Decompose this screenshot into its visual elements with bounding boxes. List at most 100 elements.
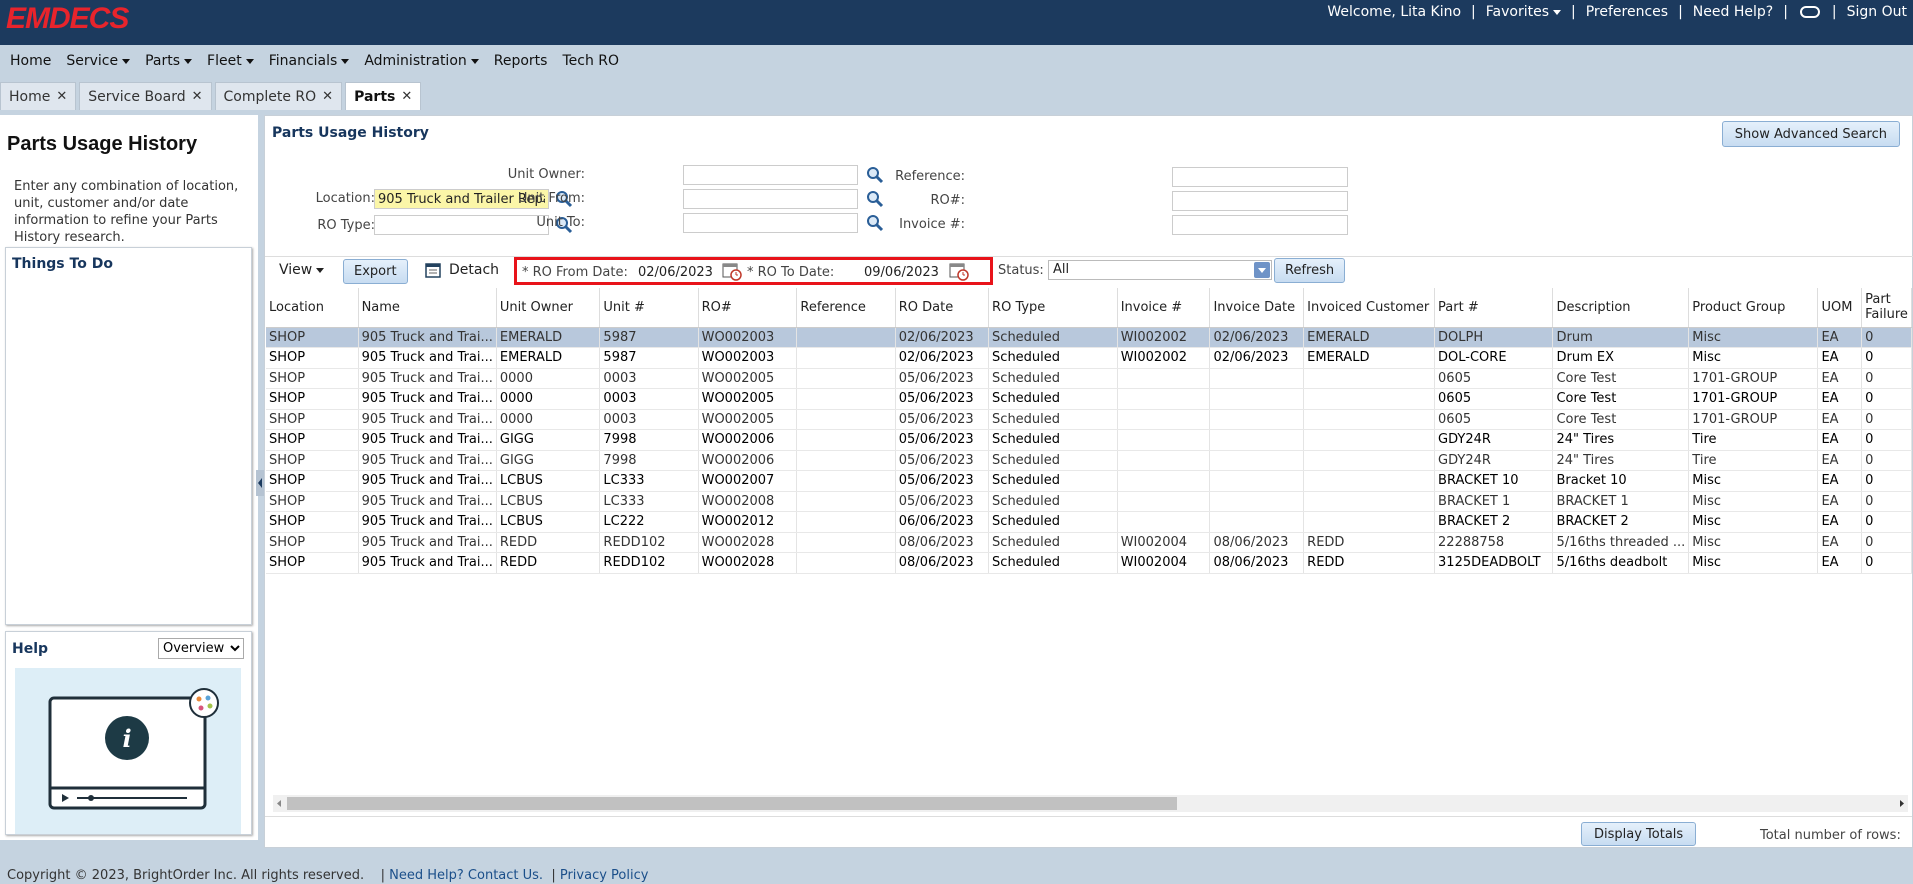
- table-row[interactable]: SHOP 905 Truck and Trai... 0000 0003 WO00200…: [266, 409, 1912, 430]
- scrollbar-thumb[interactable]: [287, 797, 1177, 810]
- ro-number-link[interactable]: WO002008: [698, 491, 798, 512]
- ro-number-link[interactable]: WO002005: [698, 388, 798, 410]
- welcome-text: Welcome, Lita Kino: [1327, 4, 1462, 20]
- table-cell: SHOP: [266, 429, 359, 451]
- refresh-button[interactable]: Refresh: [1274, 258, 1346, 283]
- privacy-policy-link[interactable]: Privacy Policy: [560, 868, 649, 883]
- tab-parts[interactable]: Parts ✕: [345, 82, 422, 110]
- menu-fleet[interactable]: Fleet: [207, 53, 254, 69]
- table-cell: Scheduled: [988, 347, 1118, 369]
- column-header[interactable]: Description: [1552, 288, 1690, 328]
- table-row[interactable]: SHOP 905 Truck and Trai... 0000 0003 WO00200…: [266, 368, 1912, 389]
- table-row[interactable]: SHOP 905 Truck and Trai... REDD REDD102 WO00…: [266, 532, 1912, 553]
- menu-tech-ro[interactable]: Tech RO: [562, 53, 619, 69]
- column-header[interactable]: Product Group: [1688, 288, 1819, 328]
- table-cell: REDD102: [599, 552, 699, 574]
- chat-icon[interactable]: [1799, 6, 1820, 18]
- close-icon[interactable]: ✕: [56, 89, 67, 104]
- collapse-panel-handle[interactable]: [256, 470, 264, 496]
- ro-number-field[interactable]: [1172, 191, 1348, 211]
- table-row[interactable]: SHOP 905 Truck and Trai... EMERALD 5987 WO00…: [266, 347, 1912, 369]
- table-cell: 0000: [496, 368, 601, 389]
- table-cell: 0: [1861, 470, 1912, 492]
- table-row[interactable]: SHOP 905 Truck and Trai... LCBUS LC333 WO002…: [266, 491, 1912, 512]
- ro-number-link[interactable]: WO002003: [698, 347, 798, 369]
- column-header[interactable]: Invoice #: [1117, 288, 1211, 328]
- column-header[interactable]: Unit Owner: [496, 288, 601, 328]
- ro-number-link[interactable]: WO002003: [698, 327, 798, 348]
- table-cell: 5/16ths deadbolt: [1552, 552, 1690, 574]
- calendar-icon[interactable]: [722, 262, 742, 281]
- unit-owner-field[interactable]: [683, 165, 858, 185]
- sign-out-link[interactable]: Sign Out: [1847, 4, 1907, 20]
- ro-number-link[interactable]: WO002005: [698, 368, 798, 389]
- reference-field[interactable]: [1172, 167, 1348, 187]
- favorites-menu[interactable]: Favorites: [1486, 4, 1562, 20]
- unit-to-label: Unit To:: [536, 215, 585, 230]
- menu-parts[interactable]: Parts: [145, 53, 193, 69]
- table-cell: 0: [1861, 409, 1912, 430]
- menu-financials[interactable]: Financials: [269, 53, 350, 69]
- ro-number-link[interactable]: WO002005: [698, 409, 798, 430]
- ro-number-link[interactable]: WO002028: [698, 552, 798, 574]
- ro-number-link[interactable]: WO002012: [698, 511, 798, 533]
- horizontal-scrollbar[interactable]: [273, 795, 1908, 812]
- column-header[interactable]: Name: [358, 288, 497, 328]
- ro-number-link[interactable]: WO002028: [698, 532, 798, 553]
- scroll-right-icon[interactable]: [1897, 795, 1907, 812]
- tab-service-board[interactable]: Service Board ✕: [79, 82, 212, 110]
- column-header[interactable]: Invoice Date: [1209, 288, 1305, 328]
- close-icon[interactable]: ✕: [401, 89, 412, 104]
- table-row[interactable]: SHOP 905 Truck and Trai... LCBUS LC222 WO002…: [266, 511, 1912, 533]
- table-cell: EA: [1817, 532, 1863, 553]
- ro-from-date-field[interactable]: 02/06/2023: [638, 265, 713, 280]
- ro-number-link[interactable]: WO002007: [698, 470, 798, 492]
- menu-service[interactable]: Service: [66, 53, 131, 69]
- export-button[interactable]: Export: [343, 259, 408, 284]
- ro-to-date-field[interactable]: 09/06/2023: [864, 265, 939, 280]
- tab-bar: Home ✕ Service Board ✕ Complete RO ✕ Parts ✕: [0, 82, 422, 110]
- column-header[interactable]: UOM: [1817, 288, 1863, 328]
- column-header[interactable]: Part Failure: [1861, 288, 1912, 328]
- column-header[interactable]: RO Date: [895, 288, 990, 328]
- table-cell: [796, 347, 896, 369]
- invoice-number-field[interactable]: [1172, 215, 1348, 235]
- table-cell: 24" Tires: [1552, 429, 1690, 451]
- ro-number-link[interactable]: WO002006: [698, 429, 798, 451]
- menu-administration[interactable]: Administration: [364, 53, 479, 69]
- menu-reports[interactable]: Reports: [494, 53, 548, 69]
- calendar-icon[interactable]: [949, 262, 969, 281]
- close-icon[interactable]: ✕: [192, 89, 203, 104]
- column-header[interactable]: RO#: [698, 288, 798, 328]
- table-row[interactable]: SHOP 905 Truck and Trai... GIGG 7998 WO00200…: [266, 450, 1912, 471]
- column-header[interactable]: Invoiced Customer: [1303, 288, 1436, 328]
- table-row[interactable]: SHOP 905 Truck and Trai... LCBUS LC333 WO002…: [266, 470, 1912, 492]
- detach-button[interactable]: Detach: [425, 261, 499, 279]
- table-row[interactable]: SHOP 905 Truck and Trai... EMERALD 5987 WO00…: [266, 327, 1912, 348]
- column-header[interactable]: RO Type: [988, 288, 1118, 328]
- tab-home[interactable]: Home ✕: [0, 82, 77, 110]
- tab-complete-ro[interactable]: Complete RO ✕: [214, 82, 343, 110]
- table-row[interactable]: SHOP 905 Truck and Trai... 0000 0003 WO00200…: [266, 388, 1912, 410]
- table-row[interactable]: SHOP 905 Truck and Trai... REDD REDD102 WO00…: [266, 552, 1912, 574]
- contact-us-link[interactable]: Need Help? Contact Us.: [389, 868, 543, 883]
- need-help-link[interactable]: Need Help?: [1693, 4, 1773, 20]
- preferences-link[interactable]: Preferences: [1586, 4, 1668, 20]
- help-video-thumbnail[interactable]: i: [15, 668, 241, 834]
- scroll-left-icon[interactable]: [274, 795, 284, 812]
- column-header[interactable]: Part #: [1434, 288, 1554, 328]
- menu-home[interactable]: Home: [10, 53, 51, 69]
- status-select[interactable]: All: [1048, 260, 1272, 280]
- unit-to-field[interactable]: [683, 213, 858, 233]
- help-topic-select[interactable]: Overview: [158, 638, 244, 659]
- column-header[interactable]: Location: [266, 288, 359, 328]
- ro-number-link[interactable]: WO002006: [698, 450, 798, 471]
- view-menu[interactable]: View: [279, 262, 325, 278]
- column-header[interactable]: Unit #: [599, 288, 699, 328]
- unit-from-field[interactable]: [683, 189, 858, 209]
- close-icon[interactable]: ✕: [322, 89, 333, 104]
- table-row[interactable]: SHOP 905 Truck and Trai... GIGG 7998 WO00200…: [266, 429, 1912, 451]
- show-advanced-search-button[interactable]: Show Advanced Search: [1721, 121, 1900, 147]
- column-header[interactable]: Reference: [796, 288, 896, 328]
- display-totals-button[interactable]: Display Totals: [1581, 822, 1697, 846]
